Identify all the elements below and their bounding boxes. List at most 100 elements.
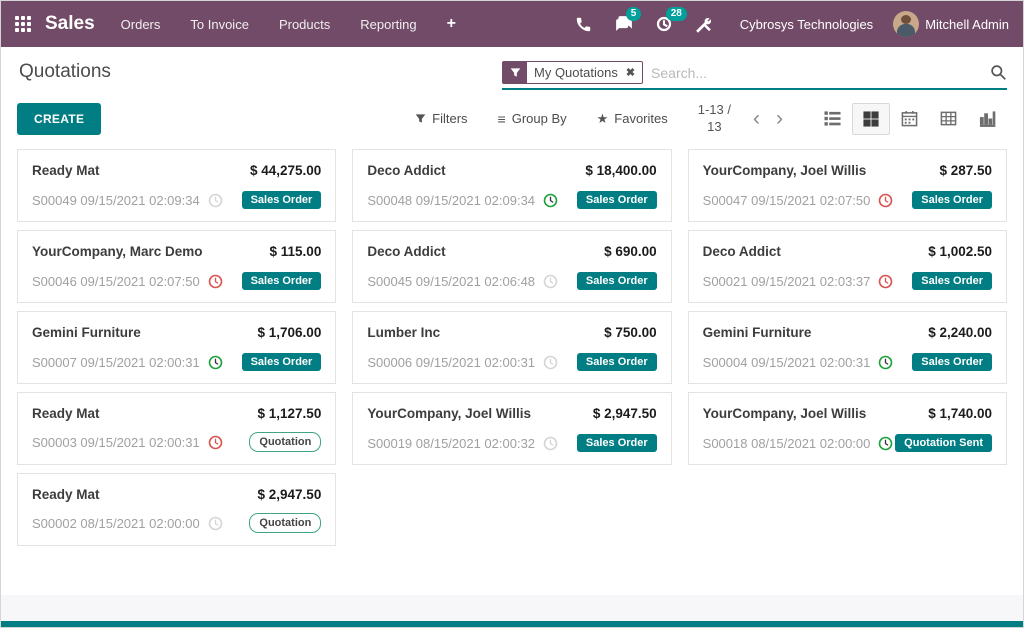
group-by-button[interactable]: ≡ Group By — [498, 111, 567, 127]
customer-name: Ready Mat — [32, 487, 100, 502]
customer-name: Deco Addict — [703, 244, 781, 259]
pager-range: 1-13 / 13 — [698, 102, 731, 135]
menu-products[interactable]: Products — [279, 17, 330, 32]
quotation-card[interactable]: Ready Mat$ 44,275.00 S00049 09/15/2021 0… — [17, 149, 336, 222]
remove-filter-icon[interactable]: ✖ — [625, 62, 642, 83]
user-avatar — [893, 11, 919, 37]
quotation-card[interactable]: Gemini Furniture$ 1,706.00 S00007 09/15/… — [17, 311, 336, 384]
search-bar: My Quotations ✖ — [502, 61, 1007, 90]
quotation-card[interactable]: Deco Addict$ 1,002.50 S00021 09/15/2021 … — [688, 230, 1007, 303]
activity-clock-icon[interactable] — [208, 274, 223, 289]
company-name[interactable]: Cybrosys Technologies — [740, 17, 873, 32]
activity-clock-icon[interactable] — [543, 436, 558, 451]
page-title: Quotations — [19, 61, 111, 83]
quotation-card[interactable]: YourCompany, Joel Willis$ 287.50 S00047 … — [688, 149, 1007, 222]
activity-clock-icon[interactable] — [208, 355, 223, 370]
list-view-button[interactable] — [813, 102, 852, 135]
favorites-button[interactable]: ★ Favorites — [597, 111, 668, 127]
messages-icon[interactable]: 5 — [614, 14, 634, 34]
graph-view-button[interactable] — [968, 102, 1007, 135]
customer-name: YourCompany, Joel Willis — [703, 163, 867, 178]
filters-button[interactable]: Filters — [415, 111, 467, 126]
quotation-card[interactable]: Deco Addict$ 690.00 S00045 09/15/2021 02… — [352, 230, 671, 303]
user-menu[interactable]: Mitchell Admin — [893, 11, 1009, 37]
activity-clock-icon[interactable] — [878, 355, 893, 370]
order-reference: S00048 09/15/2021 02:09:34 — [367, 193, 535, 208]
tools-icon[interactable] — [694, 14, 714, 34]
activities-count-badge: 28 — [666, 7, 687, 21]
customer-name: Ready Mat — [32, 163, 100, 178]
order-reference: S00006 09/15/2021 02:00:31 — [367, 355, 535, 370]
quotation-card[interactable]: Deco Addict$ 18,400.00 S00048 09/15/2021… — [352, 149, 671, 222]
status-badge: Quotation Sent — [895, 434, 992, 452]
order-amount: $ 115.00 — [270, 244, 322, 259]
search-input[interactable] — [643, 63, 990, 83]
funnel-icon — [503, 62, 527, 83]
status-badge: Sales Order — [577, 353, 657, 371]
quotation-card[interactable]: YourCompany, Joel Willis$ 1,740.00 S0001… — [688, 392, 1007, 465]
activity-clock-icon[interactable] — [878, 193, 893, 208]
activity-clock-icon[interactable] — [208, 193, 223, 208]
pivot-view-button[interactable] — [929, 102, 968, 135]
filters-label: Filters — [432, 111, 467, 126]
activity-clock-icon[interactable] — [208, 435, 223, 450]
status-badge: Sales Order — [912, 272, 992, 290]
activity-clock-icon[interactable] — [543, 274, 558, 289]
order-amount: $ 1,127.50 — [258, 406, 322, 421]
quotation-card[interactable]: Lumber Inc$ 750.00 S00006 09/15/2021 02:… — [352, 311, 671, 384]
quotation-card[interactable]: YourCompany, Joel Willis$ 2,947.50 S0001… — [352, 392, 671, 465]
filter-tag-label: My Quotations — [527, 62, 625, 83]
status-badge: Sales Order — [912, 191, 992, 209]
favorites-label: Favorites — [614, 111, 667, 126]
menu-reporting[interactable]: Reporting — [360, 17, 416, 32]
search-icon[interactable] — [990, 64, 1007, 81]
activity-clock-icon[interactable] — [543, 193, 558, 208]
customer-name: Deco Addict — [367, 244, 445, 259]
create-button[interactable]: CREATE — [17, 103, 101, 135]
order-reference: S00002 08/15/2021 02:00:00 — [32, 516, 200, 531]
group-by-icon: ≡ — [498, 111, 506, 127]
order-amount: $ 287.50 — [939, 163, 992, 178]
activity-clock-icon[interactable] — [878, 436, 893, 451]
customer-name: Ready Mat — [32, 406, 100, 421]
order-reference: S00045 09/15/2021 02:06:48 — [367, 274, 535, 289]
pager-previous-icon[interactable]: ‹ — [745, 108, 768, 129]
quotation-card[interactable]: Gemini Furniture$ 2,240.00 S00004 09/15/… — [688, 311, 1007, 384]
phone-icon[interactable] — [574, 14, 594, 34]
quotation-card[interactable]: Ready Mat$ 1,127.50 S00003 09/15/2021 02… — [17, 392, 336, 465]
activity-clock-icon[interactable] — [208, 516, 223, 531]
customer-name: YourCompany, Marc Demo — [32, 244, 203, 259]
status-badge: Sales Order — [912, 353, 992, 371]
order-reference: S00046 09/15/2021 02:07:50 — [32, 274, 200, 289]
status-badge: Sales Order — [242, 191, 322, 209]
view-switcher — [813, 102, 1007, 135]
pager-next-icon[interactable]: › — [768, 108, 791, 129]
order-reference: S00004 09/15/2021 02:00:31 — [703, 355, 871, 370]
plus-icon[interactable]: + — [447, 15, 456, 33]
menu-to-invoice[interactable]: To Invoice — [190, 17, 249, 32]
customer-name: Gemini Furniture — [32, 325, 141, 340]
quotation-card[interactable]: YourCompany, Marc Demo $ 115.00 S00046 09… — [17, 230, 336, 303]
kanban-view-button[interactable] — [852, 103, 890, 135]
search-filter-tag[interactable]: My Quotations ✖ — [502, 61, 643, 84]
order-reference: S00021 09/15/2021 02:03:37 — [703, 274, 871, 289]
status-badge: Quotation — [249, 513, 321, 533]
order-amount: $ 750.00 — [604, 325, 657, 340]
odoo-sales-window: Sales Orders To Invoice Products Reporti… — [0, 0, 1024, 628]
order-reference: S00018 08/15/2021 02:00:00 — [703, 436, 871, 451]
activity-clock-icon[interactable] — [878, 274, 893, 289]
app-name[interactable]: Sales — [45, 13, 95, 35]
activities-icon[interactable]: 28 — [654, 14, 674, 34]
footer-accent-bar — [1, 621, 1023, 627]
control-panel-bottom: CREATE Filters ≡ Group By ★ Favorites 1-… — [1, 90, 1023, 145]
activity-clock-icon[interactable] — [543, 355, 558, 370]
footer-strip — [1, 595, 1023, 621]
order-amount: $ 2,947.50 — [593, 406, 657, 421]
user-name: Mitchell Admin — [925, 17, 1009, 32]
quotation-card[interactable]: Ready Mat$ 2,947.50 S00002 08/15/2021 02… — [17, 473, 336, 546]
group-by-label: Group By — [512, 111, 567, 126]
apps-menu-icon[interactable] — [15, 16, 31, 32]
menu-orders[interactable]: Orders — [121, 17, 161, 32]
calendar-view-button[interactable] — [890, 102, 929, 135]
status-badge: Sales Order — [577, 191, 657, 209]
